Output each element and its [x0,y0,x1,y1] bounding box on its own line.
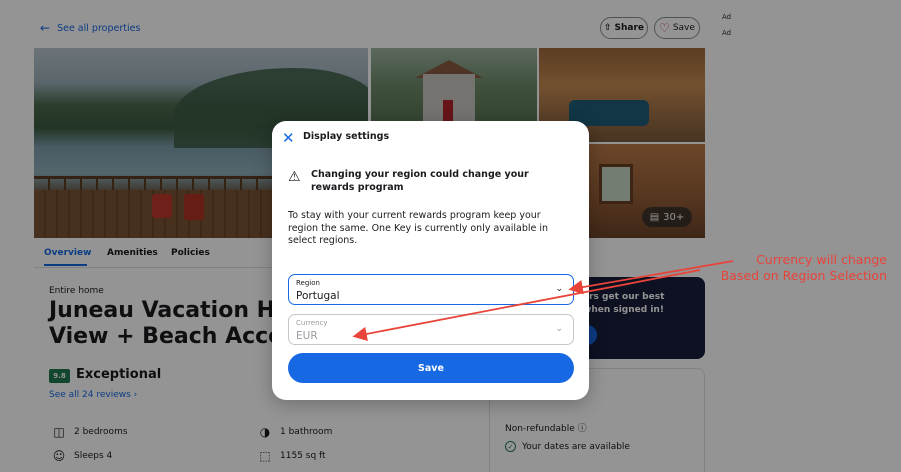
region-label: Region [296,279,320,287]
annotation-text: Currency will change Based on Region Sel… [707,252,887,284]
close-icon[interactable]: ✕ [282,129,295,147]
currency-select[interactable]: Currency EUR ⌄ [288,314,574,345]
rewards-warning: Changing your region could change your r… [311,169,529,193]
region-value: Portugal [296,290,340,302]
page: ← See all properties ⇧ Share ♡ Save Ad A… [0,0,901,472]
currency-value: EUR [296,330,318,342]
currency-label: Currency [296,319,328,327]
region-select[interactable]: Region Portugal ⌄ [288,274,574,305]
dialog-title: Display settings [303,131,390,142]
chevron-down-icon: ⌄ [555,324,563,334]
display-settings-dialog: ✕ Display settings ⚠ Changing your regio… [272,121,589,400]
save-button[interactable]: Save [288,353,574,383]
annotation-line: Based on Region Selection [720,268,887,283]
warning-icon: ⚠ [288,169,301,185]
annotation-line: Currency will change [756,252,887,267]
region-info-text: To stay with your current rewards progra… [288,210,549,246]
chevron-down-icon: ⌄ [555,284,563,294]
